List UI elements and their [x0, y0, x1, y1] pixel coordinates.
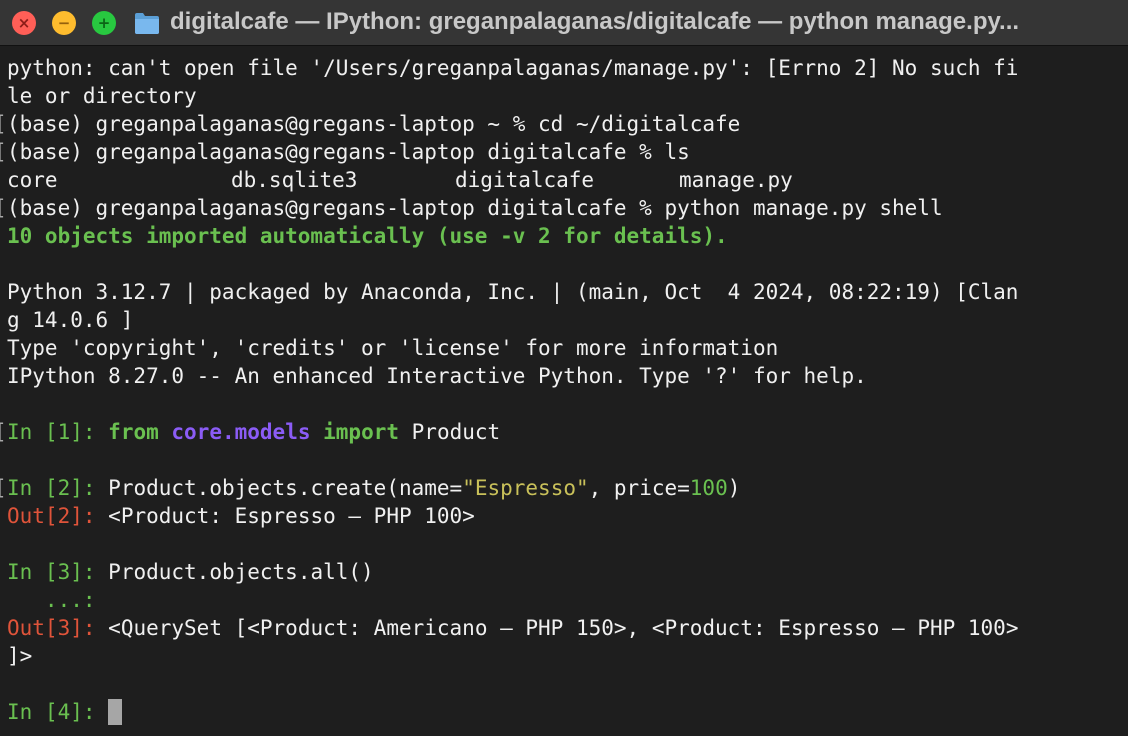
- ls-entry: db.sqlite3: [231, 168, 358, 192]
- in-prompt: In [2]:: [7, 476, 96, 500]
- keyword-import: import: [323, 420, 399, 444]
- out-prompt: Out[2]:: [7, 504, 96, 528]
- folder-icon: [135, 13, 159, 34]
- string-literal: "Espresso": [462, 476, 589, 500]
- minimize-button[interactable]: −: [52, 11, 76, 35]
- command-text: (base) greganpalaganas@gregans-laptop di…: [7, 196, 943, 220]
- shell-command-line: (base) greganpalaganas@gregans-laptop di…: [0, 138, 1128, 166]
- terminal-window: × − + digitalcafe — IPython: greganpalag…: [0, 0, 1128, 736]
- continuation-prompt: ...:: [7, 588, 96, 612]
- output-line-3: Out[3]: <QuerySet [<Product: Americano —…: [0, 614, 1128, 642]
- input-line-1: In [1]: from core.models import Product: [0, 418, 1128, 446]
- ls-entry: core: [7, 168, 58, 192]
- terminal-output[interactable]: python: can't open file '/Users/greganpa…: [0, 54, 1128, 736]
- close-button[interactable]: ×: [12, 11, 36, 35]
- in-prompt: In [4]:: [7, 700, 96, 724]
- keyword-from: from: [108, 420, 159, 444]
- title-bar[interactable]: × − + digitalcafe — IPython: greganpalag…: [0, 0, 1128, 46]
- minimize-icon: −: [57, 14, 71, 32]
- ipython-info-line: IPython 8.27.0 -- An enhanced Interactiv…: [7, 364, 867, 388]
- python-version-line-wrap: g 14.0.6 ]: [7, 308, 134, 332]
- code-text: ): [727, 476, 741, 500]
- ls-output-line: core db.sqlite3 digitalcafe manage.py: [0, 166, 1128, 194]
- mark-bracket: [0, 418, 7, 446]
- output-text: <Product: Espresso — PHP 100>: [108, 504, 475, 528]
- python-version-line: Python 3.12.7 | packaged by Anaconda, In…: [7, 280, 1019, 304]
- text-cursor[interactable]: [108, 699, 123, 725]
- code-text: Product.objects.all(): [108, 560, 374, 584]
- output-line-3-wrap: ]>: [7, 644, 33, 668]
- import-name: Product: [411, 420, 501, 444]
- mark-bracket: [0, 474, 7, 502]
- mark-bracket: [0, 194, 7, 222]
- code-text: , price=: [588, 476, 690, 500]
- ls-entry: digitalcafe: [455, 168, 595, 192]
- window-title: digitalcafe — IPython: greganpalaganas/d…: [170, 8, 1020, 35]
- error-line: python: can't open file '/Users/greganpa…: [7, 56, 1019, 80]
- close-icon: ×: [17, 14, 31, 32]
- input-line-3: In [3]: Product.objects.all(): [0, 558, 1128, 586]
- input-line-4[interactable]: In [4]:: [0, 698, 1128, 726]
- mark-bracket: [0, 138, 7, 166]
- mark-bracket: [0, 110, 7, 138]
- module-name: core.models: [171, 420, 311, 444]
- zoom-icon: +: [97, 14, 111, 32]
- command-text: (base) greganpalaganas@gregans-laptop di…: [7, 140, 690, 164]
- shell-command-line: (base) greganpalaganas@gregans-laptop ~ …: [0, 110, 1128, 138]
- error-line-wrap: le or directory: [7, 84, 197, 108]
- output-text: <QuerySet [<Product: Americano — PHP 150…: [108, 616, 1019, 640]
- command-text: (base) greganpalaganas@gregans-laptop ~ …: [7, 112, 741, 136]
- zoom-button[interactable]: +: [92, 11, 116, 35]
- output-line-2: Out[2]: <Product: Espresso — PHP 100>: [0, 502, 1128, 530]
- in-prompt: In [1]:: [7, 420, 96, 444]
- in-prompt: In [3]:: [7, 560, 96, 584]
- shell-command-line: (base) greganpalaganas@gregans-laptop di…: [0, 194, 1128, 222]
- input-line-2: In [2]: Product.objects.create(name="Esp…: [0, 474, 1128, 502]
- out-prompt: Out[3]:: [7, 616, 96, 640]
- imported-message: 10 objects imported automatically (use -…: [7, 224, 728, 248]
- number-literal: 100: [689, 476, 728, 500]
- code-text: Product.objects.create(name=: [108, 476, 463, 500]
- ls-entry: manage.py: [679, 168, 793, 192]
- copyright-info-line: Type 'copyright', 'credits' or 'license'…: [7, 336, 779, 360]
